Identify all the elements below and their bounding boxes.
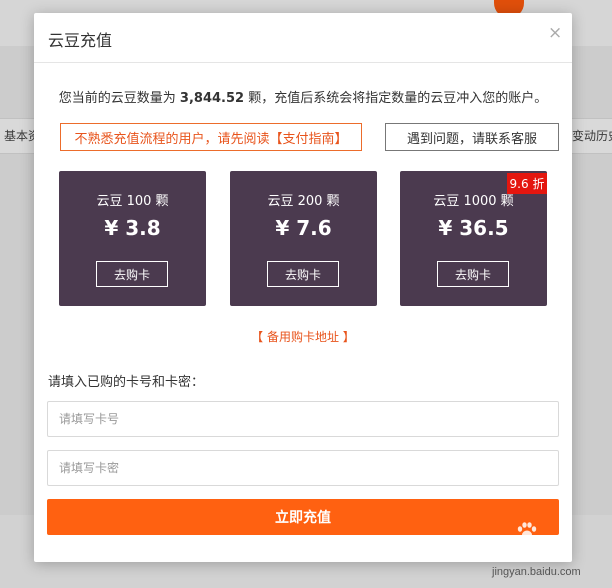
balance-info: 您当前的云豆数量为 3,844.52 颗，充值后系统会将指定数量的云豆冲入您的账… bbox=[34, 87, 572, 106]
dialog-title: 云豆充值 bbox=[48, 31, 113, 50]
card-name: 云豆 200 颗 bbox=[267, 194, 340, 209]
card-price: ¥ 36.5 bbox=[438, 216, 509, 240]
card-password-input[interactable] bbox=[47, 450, 559, 486]
watermark-url: jingyan.baidu.com bbox=[492, 566, 581, 578]
contact-service-button[interactable]: 遇到问题，请联系客服 bbox=[385, 123, 559, 151]
balance-suffix: 颗，充值后系统会将指定数量的云豆冲入您的账户。 bbox=[244, 91, 548, 106]
card-option-1000: 9.6 折 云豆 1000 颗 ¥ 36.5 去购卡 bbox=[400, 171, 547, 306]
balance-prefix: 您当前的云豆数量为 bbox=[58, 91, 180, 106]
backup-purchase-link[interactable]: 【 备用购卡地址 】 bbox=[34, 328, 572, 345]
card-price: ¥ 3.8 bbox=[104, 216, 161, 240]
watermark-brand: Bai 经验 bbox=[498, 541, 567, 560]
card-number-input[interactable] bbox=[47, 401, 559, 437]
balance-amount: 3,844.52 bbox=[179, 91, 245, 106]
card-option-100: 云豆 100 颗 ¥ 3.8 去购卡 bbox=[59, 171, 206, 306]
card-option-200: 云豆 200 颗 ¥ 7.6 去购卡 bbox=[230, 171, 377, 306]
buy-card-button[interactable]: 去购卡 bbox=[96, 261, 168, 287]
buy-card-button[interactable]: 去购卡 bbox=[267, 261, 339, 287]
recharge-dialog: 云豆充值 × 您当前的云豆数量为 3,844.52 颗，充值后系统会将指定数量的… bbox=[34, 13, 572, 562]
payment-guide-button[interactable]: 不熟悉充值流程的用户，请先阅读【支付指南】 bbox=[60, 123, 362, 151]
form-label: 请填入已购的卡号和卡密： bbox=[48, 375, 205, 390]
card-price: ¥ 7.6 bbox=[275, 216, 332, 240]
baidu-jingyan-watermark: Bai 经验 jingyan.baidu.com bbox=[476, 520, 608, 584]
buy-card-button[interactable]: 去购卡 bbox=[437, 261, 509, 287]
close-icon[interactable]: × bbox=[548, 23, 562, 43]
card-name: 云豆 100 颗 bbox=[96, 194, 169, 209]
card-name: 云豆 1000 颗 bbox=[433, 194, 514, 209]
dialog-header: 云豆充值 × bbox=[34, 13, 572, 63]
